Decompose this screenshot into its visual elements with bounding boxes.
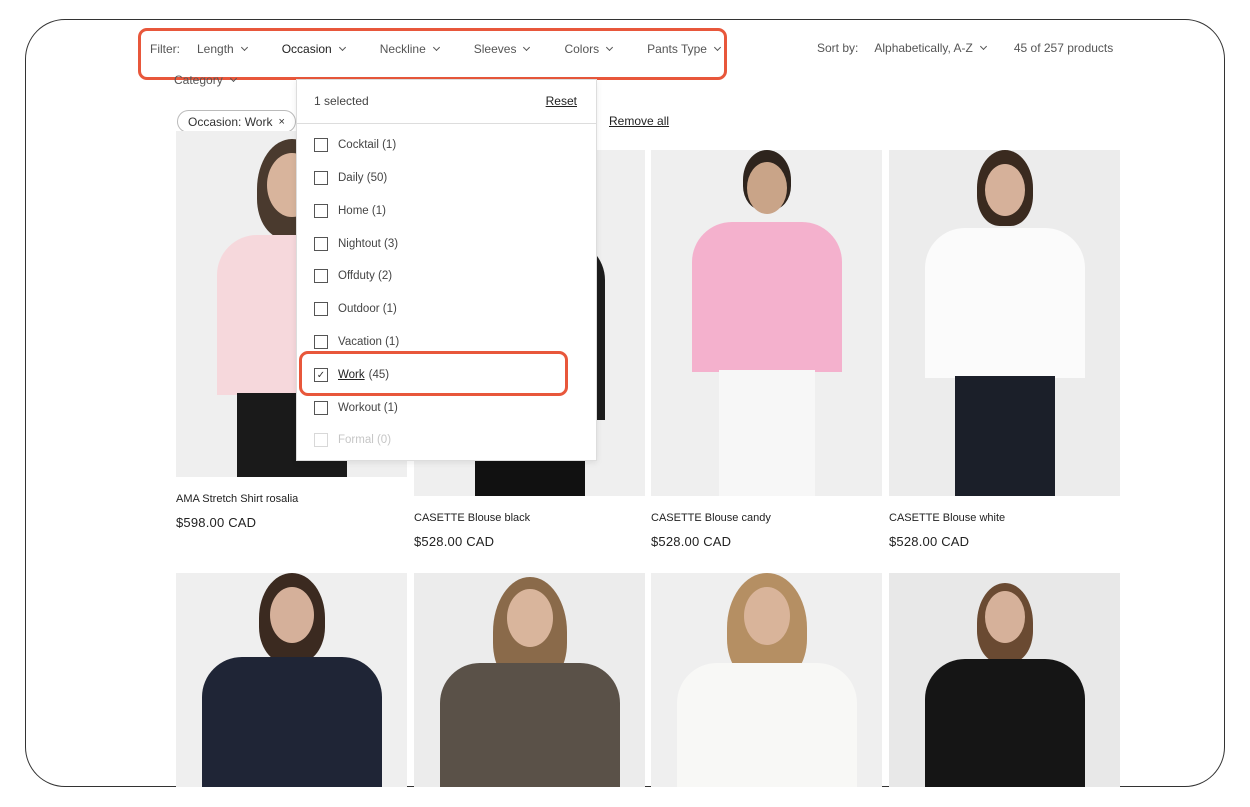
option-outdoor[interactable]: Outdoor (1) bbox=[314, 300, 397, 318]
product-card[interactable] bbox=[651, 573, 882, 787]
chevron-down-icon bbox=[523, 43, 531, 51]
product-card[interactable] bbox=[414, 573, 645, 787]
checkbox[interactable] bbox=[314, 138, 328, 152]
facet-category[interactable]: Category bbox=[174, 73, 237, 87]
chevron-down-icon bbox=[432, 43, 440, 51]
chevron-down-icon bbox=[979, 42, 987, 50]
product-image[interactable] bbox=[414, 573, 645, 787]
checkbox[interactable] bbox=[314, 302, 328, 316]
sort-label: Sort by: bbox=[817, 41, 859, 55]
product-price: $598.00 CAD bbox=[176, 515, 257, 530]
filter-label: Filter: bbox=[150, 42, 180, 56]
option-vacation[interactable]: Vacation (1) bbox=[314, 333, 399, 351]
option-home[interactable]: Home (1) bbox=[314, 202, 386, 220]
chevron-down-icon bbox=[713, 43, 722, 51]
checkbox[interactable] bbox=[314, 269, 328, 283]
product-title[interactable]: CASETTE Blouse black bbox=[414, 512, 645, 524]
checkbox[interactable] bbox=[314, 401, 328, 415]
chevron-down-icon bbox=[229, 74, 237, 82]
product-card[interactable]: CASETTE Blouse candy $528.00 CAD bbox=[651, 150, 882, 549]
chevron-down-icon bbox=[606, 43, 614, 51]
active-filter-chip[interactable]: Occasion: Work × bbox=[177, 110, 296, 133]
chip-label: Occasion: Work bbox=[188, 114, 273, 129]
product-title[interactable]: CASETTE Blouse candy bbox=[651, 512, 882, 524]
checkbox[interactable] bbox=[314, 204, 328, 218]
reset-link[interactable]: Reset bbox=[546, 94, 577, 108]
product-card[interactable]: CASETTE Blouse white $528.00 CAD bbox=[889, 150, 1120, 549]
facet-pants-type[interactable]: Pants Type bbox=[647, 42, 722, 56]
remove-all-link[interactable]: Remove all bbox=[609, 114, 669, 128]
option-formal: Formal (0) bbox=[314, 431, 391, 449]
occasion-dropdown: 1 selected Reset Cocktail (1) Daily (50)… bbox=[296, 79, 597, 461]
dropdown-header: 1 selected Reset bbox=[297, 80, 596, 124]
chevron-down-icon bbox=[338, 43, 346, 51]
product-image[interactable] bbox=[889, 150, 1120, 496]
sort-bar: Sort by: Alphabetically, A-Z 45 of 257 p… bbox=[817, 41, 1113, 55]
product-card[interactable] bbox=[176, 573, 407, 787]
checkbox[interactable] bbox=[314, 335, 328, 349]
option-nightout[interactable]: Nightout (3) bbox=[314, 235, 398, 253]
close-icon[interactable]: × bbox=[278, 116, 284, 128]
product-image[interactable] bbox=[176, 573, 407, 787]
option-daily[interactable]: Daily (50) bbox=[314, 169, 387, 187]
product-price: $528.00 CAD bbox=[651, 534, 732, 549]
facet-length[interactable]: Length bbox=[197, 42, 248, 56]
product-image[interactable] bbox=[651, 573, 882, 787]
product-image[interactable] bbox=[889, 573, 1120, 787]
sort-select[interactable]: Alphabetically, A-Z bbox=[874, 41, 987, 55]
option-workout[interactable]: Workout (1) bbox=[314, 399, 398, 417]
checkbox[interactable] bbox=[314, 171, 328, 185]
option-cocktail[interactable]: Cocktail (1) bbox=[314, 136, 396, 154]
facet-sleeves[interactable]: Sleeves bbox=[474, 42, 531, 56]
checkbox bbox=[314, 433, 328, 447]
facet-neckline[interactable]: Neckline bbox=[380, 42, 440, 56]
selected-count: 1 selected bbox=[314, 94, 369, 108]
option-offduty[interactable]: Offduty (2) bbox=[314, 267, 392, 285]
product-card[interactable] bbox=[889, 573, 1120, 787]
product-title[interactable]: CASETTE Blouse white bbox=[889, 512, 1120, 524]
option-work[interactable]: ✓ Work (45) bbox=[314, 366, 389, 384]
facet-occasion[interactable]: Occasion bbox=[282, 42, 346, 56]
filter-bar: Filter: Length Occasion Neckline Sleeves… bbox=[150, 41, 755, 57]
product-count: 45 of 257 products bbox=[1013, 41, 1114, 55]
checkbox[interactable] bbox=[314, 237, 328, 251]
product-price: $528.00 CAD bbox=[414, 534, 495, 549]
product-price: $528.00 CAD bbox=[889, 534, 970, 549]
product-image[interactable] bbox=[651, 150, 882, 496]
chevron-down-icon bbox=[240, 43, 248, 51]
product-title[interactable]: AMA Stretch Shirt rosalia bbox=[176, 493, 407, 505]
checkmark-icon[interactable]: ✓ bbox=[314, 368, 328, 382]
facet-colors[interactable]: Colors bbox=[564, 42, 614, 56]
